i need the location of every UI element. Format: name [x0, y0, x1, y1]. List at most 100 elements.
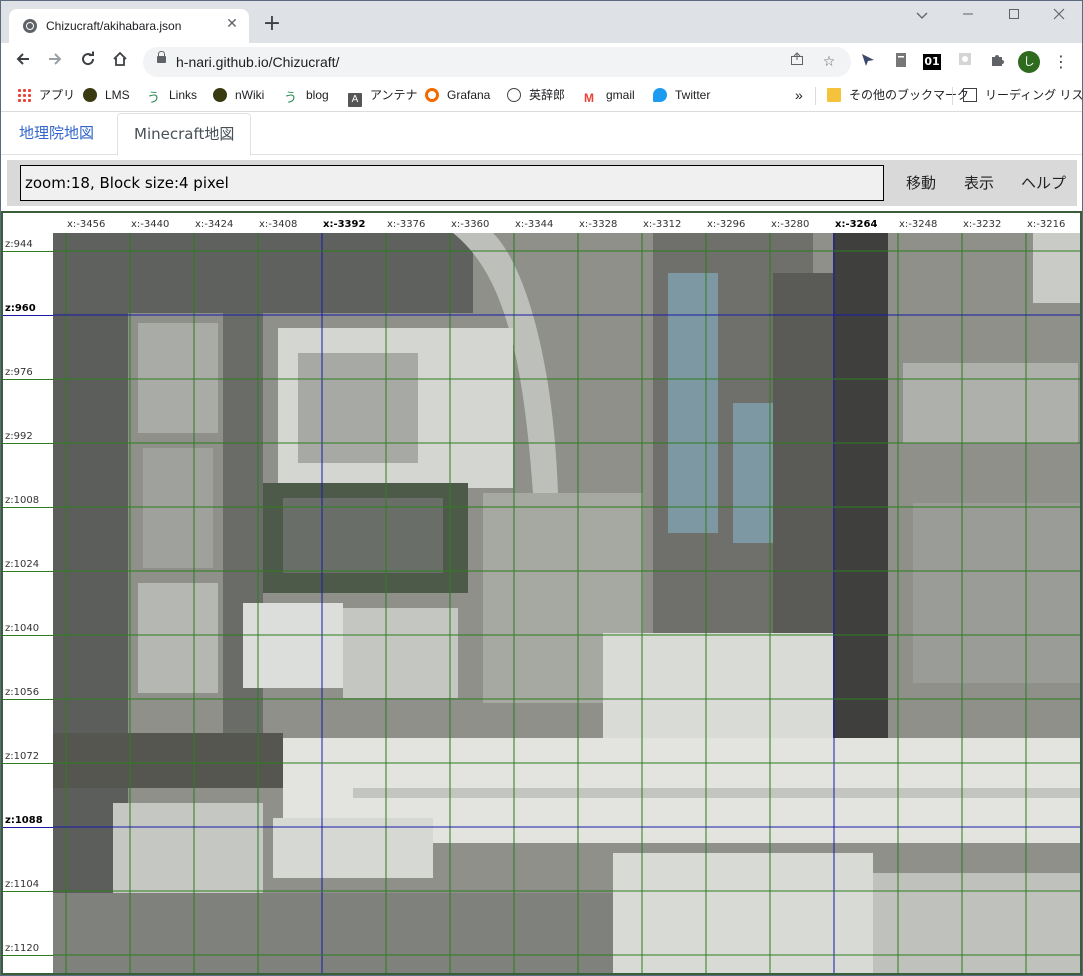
z-coordinate-label: z:1024	[5, 559, 40, 570]
z-coordinate-label: z:1040	[5, 623, 40, 634]
z-ruler-tick	[3, 507, 53, 508]
show-button[interactable]: 表示	[964, 165, 994, 201]
reload-icon[interactable]	[74, 48, 102, 76]
bookmark-links[interactable]: う Links	[147, 87, 197, 105]
globe-icon	[23, 19, 37, 33]
x-coordinate-label: x:-3360	[451, 219, 490, 230]
z-coordinate-label: z:1056	[5, 687, 40, 698]
bookmark-antenna[interactable]: A アンテナ	[348, 87, 418, 107]
tab-minecraft-map[interactable]: Minecraft地図	[117, 113, 252, 156]
bookmark-twitter[interactable]: Twitter	[653, 87, 710, 105]
z-ruler-tick	[3, 315, 53, 316]
profile-avatar[interactable]: し	[1018, 51, 1040, 73]
map-tabs: 地理院地図 Minecraft地図	[1, 112, 1082, 156]
x-coordinate-label: x:-3424	[195, 219, 234, 230]
bookmark-nwiki[interactable]: nWiki	[213, 87, 264, 105]
x-coordinate-ruler: x:-3456 x:-3440 x:-3424 x:-3408 x:-3392 x:-33…	[53, 213, 1080, 233]
blog-icon: う	[284, 90, 298, 105]
browser-tab[interactable]: Chizucraft/akihabara.json ✕	[9, 9, 249, 43]
maximize-button[interactable]	[991, 5, 1037, 29]
star-icon[interactable]: ☆	[819, 52, 839, 72]
x-coordinate-label: x:-3440	[131, 219, 170, 230]
back-arrow-icon[interactable]	[9, 48, 37, 76]
z-ruler-tick	[3, 699, 53, 700]
z-coordinate-label: z:1088	[5, 815, 43, 826]
minecraft-map[interactable]: x:-3456 x:-3440 x:-3424 x:-3408 x:-3392 x:-33…	[1, 211, 1082, 975]
gmail-icon: M	[584, 91, 594, 105]
x-coordinate-label: x:-3456	[67, 219, 106, 230]
bookmarks-overflow-chevron[interactable]: »	[795, 87, 803, 105]
z-coordinate-ruler: z:944 z:960 z:976 z:992 z:1008 z:1024 z:1040 z:…	[3, 233, 53, 973]
puzzle-extensions-icon[interactable]	[987, 52, 1007, 72]
z-ruler-tick	[3, 827, 53, 828]
x-coordinate-label: x:-3344	[515, 219, 554, 230]
status-field[interactable]: zoom:18, Block size:4 pixel	[20, 165, 884, 201]
menu-kebab-icon[interactable]: ⋮	[1051, 52, 1071, 72]
bookmark-gmail[interactable]: Mgmail	[584, 87, 635, 105]
url-text: h-nari.github.io/Chizucraft/	[176, 54, 340, 70]
reading-list-icon	[963, 88, 977, 102]
forward-arrow-icon[interactable]	[41, 48, 69, 76]
z-coordinate-label: z:944	[5, 239, 33, 250]
bookmark-eijiro[interactable]: 英辞郎	[507, 87, 565, 105]
tab-title: Chizucraft/akihabara.json	[46, 19, 182, 33]
tab-strip: Chizucraft/akihabara.json ✕ +	[1, 1, 1082, 43]
z-ruler-tick	[3, 635, 53, 636]
tab-search-icon[interactable]	[899, 5, 945, 29]
bookmarks-bar: アプリ LMS う Links nWiki う blog A アンテナ Grafana…	[1, 81, 1082, 112]
bookmark-grafana[interactable]: Grafana	[425, 87, 490, 105]
x-coordinate-label: x:-3296	[707, 219, 746, 230]
address-bar[interactable]: h-nari.github.io/Chizucraft/ ☆	[143, 47, 851, 77]
z-ruler-tick	[3, 443, 53, 444]
move-button[interactable]: 移動	[906, 165, 936, 201]
z-coordinate-label: z:1120	[5, 943, 40, 954]
browser-toolbar: h-nari.github.io/Chizucraft/ ☆ 01 し ⋮	[1, 43, 1082, 81]
bookmark-blog[interactable]: う blog	[284, 87, 329, 105]
z-coordinate-label: z:960	[5, 303, 36, 314]
eijiro-icon	[507, 88, 521, 102]
z-ruler-tick	[3, 891, 53, 892]
aerial-photo[interactable]	[53, 233, 1080, 973]
tab-gsi-map[interactable]: 地理院地図	[3, 113, 110, 153]
new-tab-button[interactable]: +	[260, 13, 284, 37]
bookmark-apps[interactable]: アプリ	[17, 87, 75, 105]
x-coordinate-label: x:-3280	[771, 219, 810, 230]
z-ruler-tick	[3, 379, 53, 380]
cursor-extension-icon[interactable]	[858, 52, 878, 72]
help-button[interactable]: ヘルプ	[1021, 165, 1066, 201]
bookmarks-divider	[952, 87, 953, 105]
minimize-button[interactable]	[945, 5, 991, 29]
x-coordinate-label: x:-3312	[643, 219, 682, 230]
browser-window: Chizucraft/akihabara.json ✕ + h-nari.git…	[0, 0, 1083, 976]
web-page: 地理院地図 Minecraft地図 zoom:18, Block size:4 …	[1, 112, 1082, 975]
share-icon[interactable]	[787, 52, 807, 72]
x-coordinate-label: x:-3328	[579, 219, 618, 230]
home-icon[interactable]	[106, 48, 134, 76]
apps-grid-icon	[17, 88, 31, 102]
lms-icon	[83, 88, 97, 102]
lock-icon	[157, 51, 166, 63]
z-coordinate-label: z:992	[5, 431, 33, 442]
folder-icon	[827, 88, 841, 102]
x-coordinate-label: x:-3216	[1027, 219, 1066, 230]
control-bar: zoom:18, Block size:4 pixel 移動 表示 ヘルプ	[7, 160, 1077, 206]
antenna-icon: A	[348, 93, 362, 107]
x-coordinate-label: x:-3264	[835, 219, 878, 230]
z-coordinate-label: z:976	[5, 367, 33, 378]
x-coordinate-label: x:-3408	[259, 219, 298, 230]
counter-extension-icon[interactable]: 01	[923, 54, 941, 70]
note-extension-icon[interactable]	[891, 52, 911, 72]
grey-extension-icon[interactable]	[955, 52, 975, 72]
bookmark-lms[interactable]: LMS	[83, 87, 130, 105]
z-coordinate-label: z:1008	[5, 495, 40, 506]
reading-list[interactable]: リーディング リスト	[963, 87, 1082, 105]
z-ruler-tick	[3, 763, 53, 764]
z-coordinate-label: z:1104	[5, 879, 40, 890]
other-bookmarks[interactable]: その他のブックマーク	[827, 87, 969, 105]
twitter-icon	[653, 88, 667, 102]
x-coordinate-label: x:-3376	[387, 219, 426, 230]
x-coordinate-label: x:-3392	[323, 219, 366, 230]
links-icon: う	[147, 90, 161, 105]
close-window-button[interactable]	[1036, 5, 1082, 29]
close-tab-icon[interactable]: ✕	[223, 15, 241, 33]
